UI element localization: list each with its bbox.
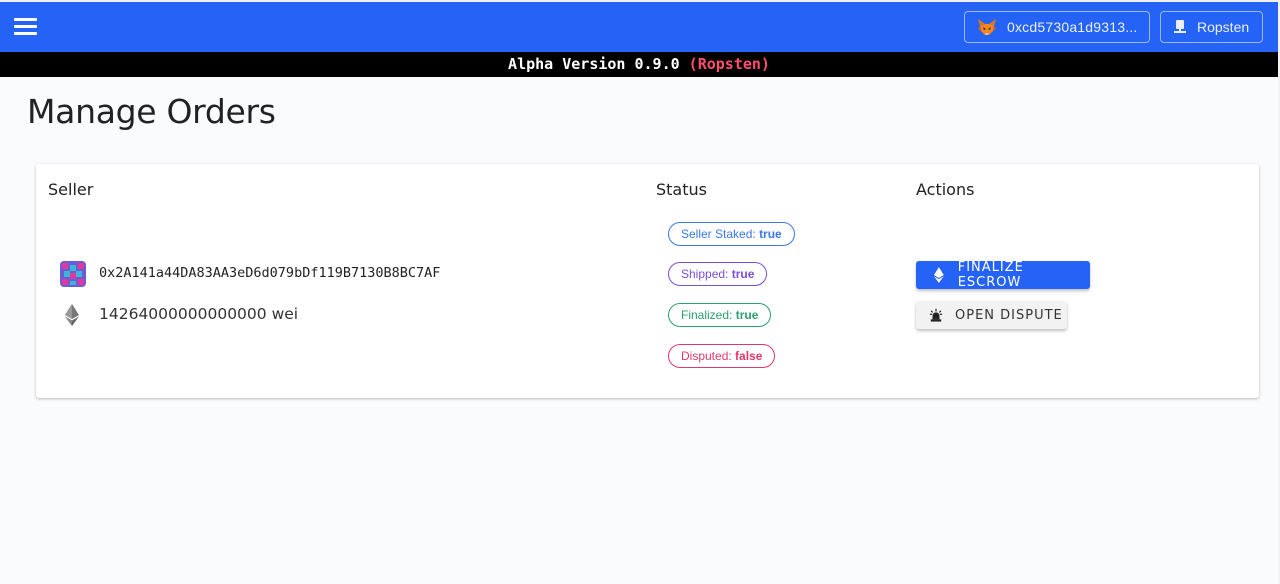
- status-chip-disputed: Disputed: false: [668, 344, 776, 368]
- open-dispute-label: Open Dispute: [955, 307, 1063, 323]
- page-title: Manage Orders: [27, 92, 276, 131]
- status-chip-seller-staked: Seller Staked: true: [668, 222, 795, 246]
- status-value: true: [731, 267, 755, 281]
- network-icon: [1174, 20, 1186, 33]
- status-value: true: [735, 308, 759, 322]
- finalize-escrow-label: Finalize Escrow: [957, 260, 1024, 290]
- metamask-fox-icon: [978, 19, 996, 35]
- order-amount: 14264000000000000 wei: [99, 305, 299, 323]
- alarm-siren-icon: [929, 308, 943, 322]
- menu-button[interactable]: [14, 18, 38, 36]
- hamburger-icon: [14, 18, 37, 21]
- app-bar: 0xcd5730a1d9313... Ropsten: [0, 2, 1278, 52]
- status-label: Disputed:: [681, 349, 732, 363]
- ethereum-icon: [65, 304, 79, 326]
- column-header-actions: Actions: [916, 180, 975, 199]
- status-value: false: [735, 349, 763, 363]
- wallet-address: 0xcd5730a1d9313...: [1007, 19, 1138, 35]
- open-dispute-button[interactable]: Open Dispute: [916, 301, 1067, 329]
- status-label: Shipped:: [681, 267, 729, 281]
- status-chip-finalized: Finalized: true: [668, 303, 772, 327]
- wallet-button[interactable]: 0xcd5730a1d9313...: [964, 11, 1150, 43]
- orders-table: Seller Status Actions 0x2A141a44DA83AA3e…: [36, 164, 1259, 398]
- network-label: Ropsten: [1197, 19, 1250, 35]
- status-label: Seller Staked:: [681, 227, 756, 241]
- ethereum-icon: [933, 267, 944, 283]
- version-text: Alpha Version 0.9.0: [508, 55, 680, 73]
- version-banner: Alpha Version 0.9.0 (Ropsten): [0, 52, 1278, 77]
- column-header-status: Status: [656, 180, 707, 199]
- seller-identicon-avatar: [60, 261, 86, 287]
- column-header-seller: Seller: [48, 180, 94, 199]
- status-label: Finalized:: [681, 308, 733, 322]
- seller-address: 0x2A141a44DA83AA3eD6d079bDf119B7130B8BC7…: [99, 265, 441, 281]
- finalize-escrow-button[interactable]: Finalize Escrow: [916, 260, 1090, 290]
- network-button[interactable]: Ropsten: [1160, 11, 1263, 43]
- banner-network-text: (Ropsten): [688, 55, 770, 73]
- status-value: true: [759, 227, 782, 241]
- status-chip-shipped: Shipped: true: [668, 262, 768, 286]
